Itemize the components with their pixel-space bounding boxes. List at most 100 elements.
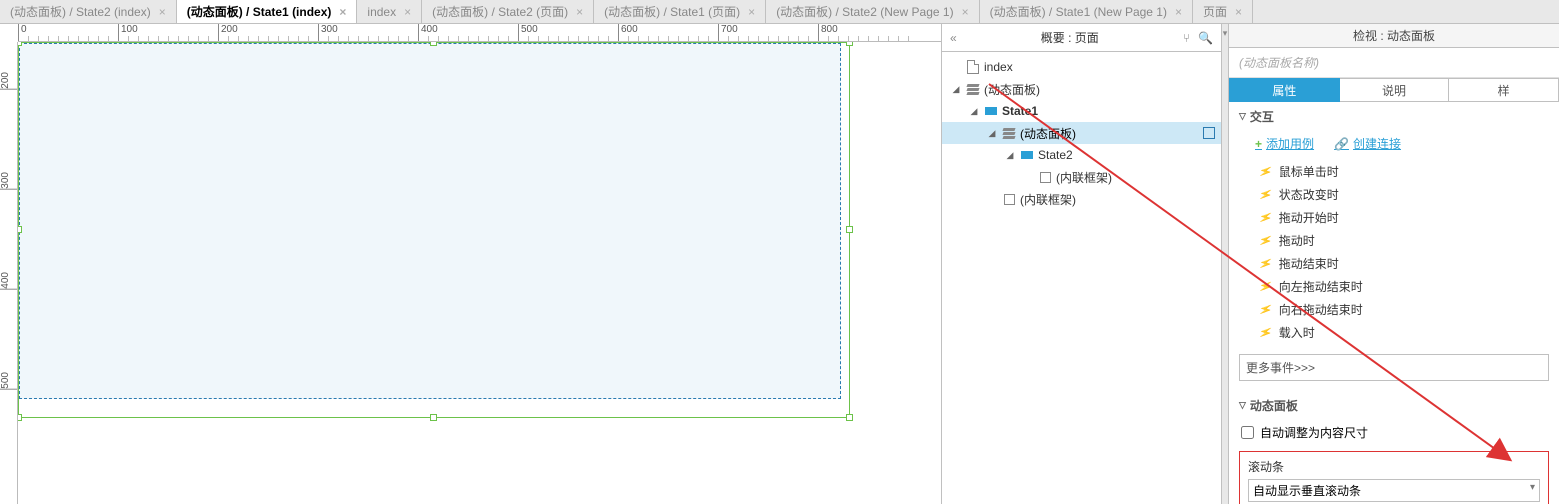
tree-label: index	[984, 60, 1215, 74]
tree-toggle-icon[interactable]: ◢	[950, 84, 962, 95]
ruler-vertical: 200300400500	[0, 42, 18, 504]
scrollbar-section: 滚动条 自动显示垂直滚动条	[1239, 451, 1549, 504]
panel-section-header[interactable]: ▽ 动态面板	[1229, 391, 1559, 420]
close-icon[interactable]: ×	[748, 5, 755, 19]
tree-label: (内联框架)	[1056, 169, 1215, 186]
inspector-tab-1[interactable]: 说明	[1340, 78, 1450, 102]
grip-icon: ▾	[1223, 28, 1228, 39]
inspector-title: 检视 : 动态面板	[1229, 24, 1559, 48]
auto-fit-row[interactable]: 自动调整为内容尺寸	[1229, 420, 1559, 445]
document-tab-3[interactable]: (动态面板) / State2 (页面)×	[422, 0, 594, 23]
document-tabs: (动态面板) / State2 (index)×(动态面板) / State1 …	[0, 0, 1559, 24]
inspector-tab-2[interactable]: 样	[1449, 78, 1559, 102]
panel-section-label: 动态面板	[1250, 397, 1298, 414]
outline-title: 概要 : 页面	[965, 29, 1175, 46]
event-row-0[interactable]: ⚡鼠标单击时	[1259, 160, 1549, 183]
inspector-tab-0[interactable]: 属性	[1229, 78, 1340, 102]
add-case-link[interactable]: +添加用例	[1255, 135, 1314, 152]
close-icon[interactable]: ×	[1175, 5, 1182, 19]
event-row-6[interactable]: ⚡向右拖动结束时	[1259, 298, 1549, 321]
event-icon: ⚡	[1257, 278, 1274, 295]
stack-icon	[966, 83, 980, 95]
tree-row-2[interactable]: ◢State1	[942, 100, 1221, 122]
event-row-7[interactable]: ⚡ 载入时	[1259, 321, 1549, 344]
document-tab-0[interactable]: (动态面板) / State2 (index) ×	[0, 0, 177, 23]
close-icon[interactable]: ×	[404, 5, 411, 19]
resize-handle-ml[interactable]	[18, 226, 22, 233]
event-label: 拖动时	[1279, 232, 1315, 249]
event-list: ⚡鼠标单击时⚡状态改变时⚡拖动开始时⚡拖动时⚡拖动结束时⚡向左拖动结束时⚡向右拖…	[1229, 160, 1559, 350]
tab-label: (动态面板) / State1 (New Page 1)	[990, 3, 1167, 20]
tree-row-4[interactable]: ◢State2	[942, 144, 1221, 166]
design-canvas[interactable]	[18, 42, 941, 504]
link-icon: 🔗	[1334, 137, 1349, 151]
selection-bounds[interactable]	[18, 42, 850, 418]
close-icon[interactable]: ×	[339, 5, 346, 19]
document-tab-6[interactable]: (动态面板) / State1 (New Page 1) ×	[980, 0, 1193, 23]
plus-icon: +	[1255, 137, 1262, 151]
widget-name-input[interactable]: (动态面板名称)	[1229, 48, 1559, 78]
event-row-4[interactable]: ⚡拖动结束时	[1259, 252, 1549, 275]
tree-row-3[interactable]: ◢(动态面板)	[942, 122, 1221, 144]
tree-toggle-icon[interactable]: ◢	[986, 128, 998, 139]
resize-handle-bm[interactable]	[430, 414, 437, 421]
state-icon	[1020, 149, 1034, 161]
resize-handle-br[interactable]	[846, 414, 853, 421]
tree-row-5[interactable]: (内联框架)	[942, 166, 1221, 188]
event-icon: ⚡	[1257, 255, 1274, 272]
tree-toggle-icon[interactable]: ◢	[1004, 150, 1016, 161]
tab-label: (动态面板) / State2 (index)	[10, 3, 151, 20]
auto-fit-checkbox[interactable]	[1241, 426, 1254, 439]
event-icon: ⚡	[1257, 232, 1274, 249]
close-icon[interactable]: ×	[962, 5, 969, 19]
event-icon: ⚡	[1257, 186, 1274, 203]
chevron-down-icon: ▽	[1239, 400, 1246, 411]
resize-handle-bl[interactable]	[18, 414, 22, 421]
chevron-down-icon: ▽	[1239, 111, 1246, 122]
event-label: 鼠标单击时	[1279, 163, 1339, 180]
tab-label: 页面	[1203, 3, 1227, 20]
resize-handle-tl[interactable]	[18, 42, 22, 46]
close-icon[interactable]: ×	[159, 5, 166, 19]
tree-row-1[interactable]: ◢ (动态面板)	[942, 78, 1221, 100]
resize-handle-tr[interactable]	[846, 42, 853, 46]
page-icon	[966, 61, 980, 73]
event-label: 向左拖动结束时	[1279, 278, 1363, 295]
tab-label: (动态面板) / State1 (页面)	[604, 3, 740, 20]
close-icon[interactable]: ×	[576, 5, 583, 19]
more-events-button[interactable]: 更多事件>>>	[1239, 354, 1549, 381]
tree-row-0[interactable]: index	[942, 56, 1221, 78]
event-row-3[interactable]: ⚡ 拖动时	[1259, 229, 1549, 252]
document-tab-5[interactable]: (动态面板) / State2 (New Page 1) ×	[766, 0, 979, 23]
document-tab-7[interactable]: 页面 ×	[1193, 0, 1253, 23]
tree-label: (动态面板)	[984, 81, 1215, 98]
search-icon[interactable]: 🔍	[1198, 31, 1213, 45]
tab-label: index	[367, 5, 396, 19]
panel-divider[interactable]: ▾	[1221, 24, 1229, 504]
create-link-link[interactable]: 🔗创建连接	[1334, 135, 1401, 152]
stack-icon	[1002, 127, 1016, 139]
event-row-2[interactable]: ⚡拖动开始时	[1259, 206, 1549, 229]
dynamic-panel-widget[interactable]	[19, 43, 841, 399]
tree-row-6[interactable]: (内联框架)	[942, 188, 1221, 210]
outline-collapse-icon[interactable]: «	[950, 31, 957, 45]
document-tab-1[interactable]: (动态面板) / State1 (index)×	[177, 0, 358, 23]
auto-fit-label: 自动调整为内容尺寸	[1260, 424, 1368, 441]
event-label: 载入时	[1279, 324, 1315, 341]
document-tab-4[interactable]: (动态面板) / State1 (页面) ×	[594, 0, 766, 23]
frame-icon	[1038, 171, 1052, 183]
tree-toggle-icon[interactable]: ◢	[968, 106, 980, 117]
event-row-5[interactable]: ⚡ 向左拖动结束时	[1259, 275, 1549, 298]
frame-icon	[1002, 193, 1016, 205]
event-icon: ⚡	[1257, 324, 1274, 341]
interaction-section-header[interactable]: ▽ 交互	[1229, 102, 1559, 131]
document-tab-2[interactable]: index ×	[357, 0, 422, 23]
scrollbar-select[interactable]: 自动显示垂直滚动条	[1248, 479, 1540, 502]
resize-handle-tm[interactable]	[430, 42, 437, 46]
tab-label: (动态面板) / State2 (New Page 1)	[776, 3, 953, 20]
close-icon[interactable]: ×	[1235, 5, 1242, 19]
resize-handle-mr[interactable]	[846, 226, 853, 233]
event-row-1[interactable]: ⚡状态改变时	[1259, 183, 1549, 206]
selection-badge-icon	[1203, 127, 1215, 139]
filter-icon[interactable]: ⑂	[1183, 31, 1190, 45]
